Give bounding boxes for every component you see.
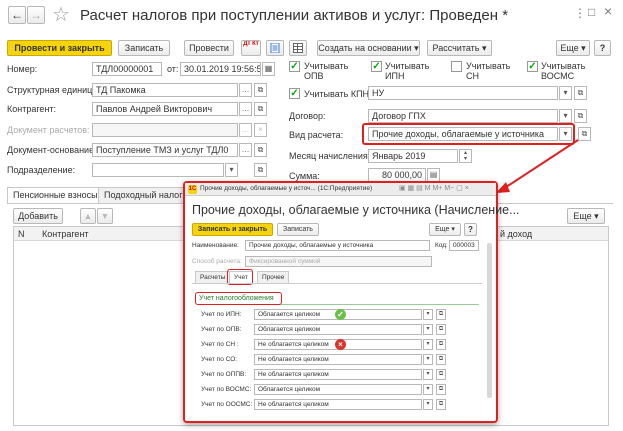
popup-more-label: Еще	[435, 226, 450, 233]
popup-row-value[interactable]: Не облагается целиком	[254, 399, 422, 410]
popup-row-open-icon[interactable]: ⧉	[436, 369, 446, 380]
popup-scrollbar[interactable]	[487, 243, 492, 398]
popup-more-button[interactable]: Еще ▾	[429, 223, 461, 236]
popup-row-label: Учет по СО:	[201, 356, 238, 363]
popup-save-close-button[interactable]: Записать и закрыть	[192, 223, 273, 236]
popup-row-label: Учет по ИПН:	[201, 311, 242, 318]
popup-row-label: Учет по ВОСМС:	[201, 386, 252, 393]
cross-circle-icon: ×	[335, 339, 346, 350]
popup-row-open-icon[interactable]: ⧉	[436, 339, 446, 350]
app-logo-icon: 1С	[188, 185, 197, 194]
popup-name-field[interactable]: Прочие доходы, облагаемые у источника	[245, 240, 430, 251]
popup-row-label: Учет по ООСМС:	[201, 401, 253, 408]
popup-row-dropdown-icon[interactable]: ▾	[423, 309, 433, 320]
popup-method-field: Фиксированной суммой	[245, 256, 432, 267]
popup-window: 1С Прочие доходы, облагаемые у источ... …	[183, 181, 520, 423]
popup-tab-calc[interactable]: Расчеты	[195, 271, 231, 283]
popup-row-open-icon[interactable]: ⧉	[436, 309, 446, 320]
popup-row-open-icon[interactable]: ⧉	[436, 354, 446, 365]
popup-row-value[interactable]: Не облагается целиком	[254, 369, 422, 380]
popup-row-label: Учет по СН :	[201, 341, 239, 348]
popup-heading: Прочие доходы, облагаемые у источника (Н…	[192, 203, 520, 217]
popup-section-highlight	[195, 292, 282, 305]
popup-row-value[interactable]: Облагается целиком	[254, 384, 422, 395]
popup-row-open-icon[interactable]: ⧉	[436, 324, 446, 335]
popup-row-dropdown-icon[interactable]: ▾	[423, 399, 433, 410]
popup-row-dropdown-icon[interactable]: ▾	[423, 369, 433, 380]
popup-title: Прочие доходы, облагаемые у источ... (1С…	[200, 185, 373, 192]
popup-name-label: Наименование:	[192, 242, 239, 249]
popup-help-button[interactable]: ?	[464, 223, 477, 236]
check-circle-icon: ✓	[335, 309, 346, 320]
popup-window-tools-icon[interactable]: ▣ ▦ ▤ M M+ M− ▢ ×	[399, 184, 469, 192]
popup-row-value[interactable]: Не облагается целиком	[254, 354, 422, 365]
popup-row-dropdown-icon[interactable]: ▾	[423, 354, 433, 365]
popup-code-label: Код:	[435, 242, 448, 249]
popup-row-dropdown-icon[interactable]: ▾	[423, 339, 433, 350]
popup-row-open-icon[interactable]: ⧉	[436, 384, 446, 395]
popup-save-button[interactable]: Записать	[277, 223, 319, 236]
popup-tab-other[interactable]: Прочее	[257, 271, 290, 283]
popup-row-dropdown-icon[interactable]: ▾	[423, 384, 433, 395]
popup-row-label: Учет по ОППВ:	[201, 371, 247, 378]
popup-tab-underline	[192, 283, 482, 284]
popup-row-value[interactable]: Облагается целиком	[254, 324, 422, 335]
popup-method-label: Способ расчета:	[192, 258, 242, 265]
popup-row-label: Учет по ОПВ:	[201, 326, 242, 333]
popup-row-open-icon[interactable]: ⧉	[436, 399, 446, 410]
popup-code-field[interactable]: 000003	[449, 240, 479, 251]
popup-row-dropdown-icon[interactable]: ▾	[423, 324, 433, 335]
